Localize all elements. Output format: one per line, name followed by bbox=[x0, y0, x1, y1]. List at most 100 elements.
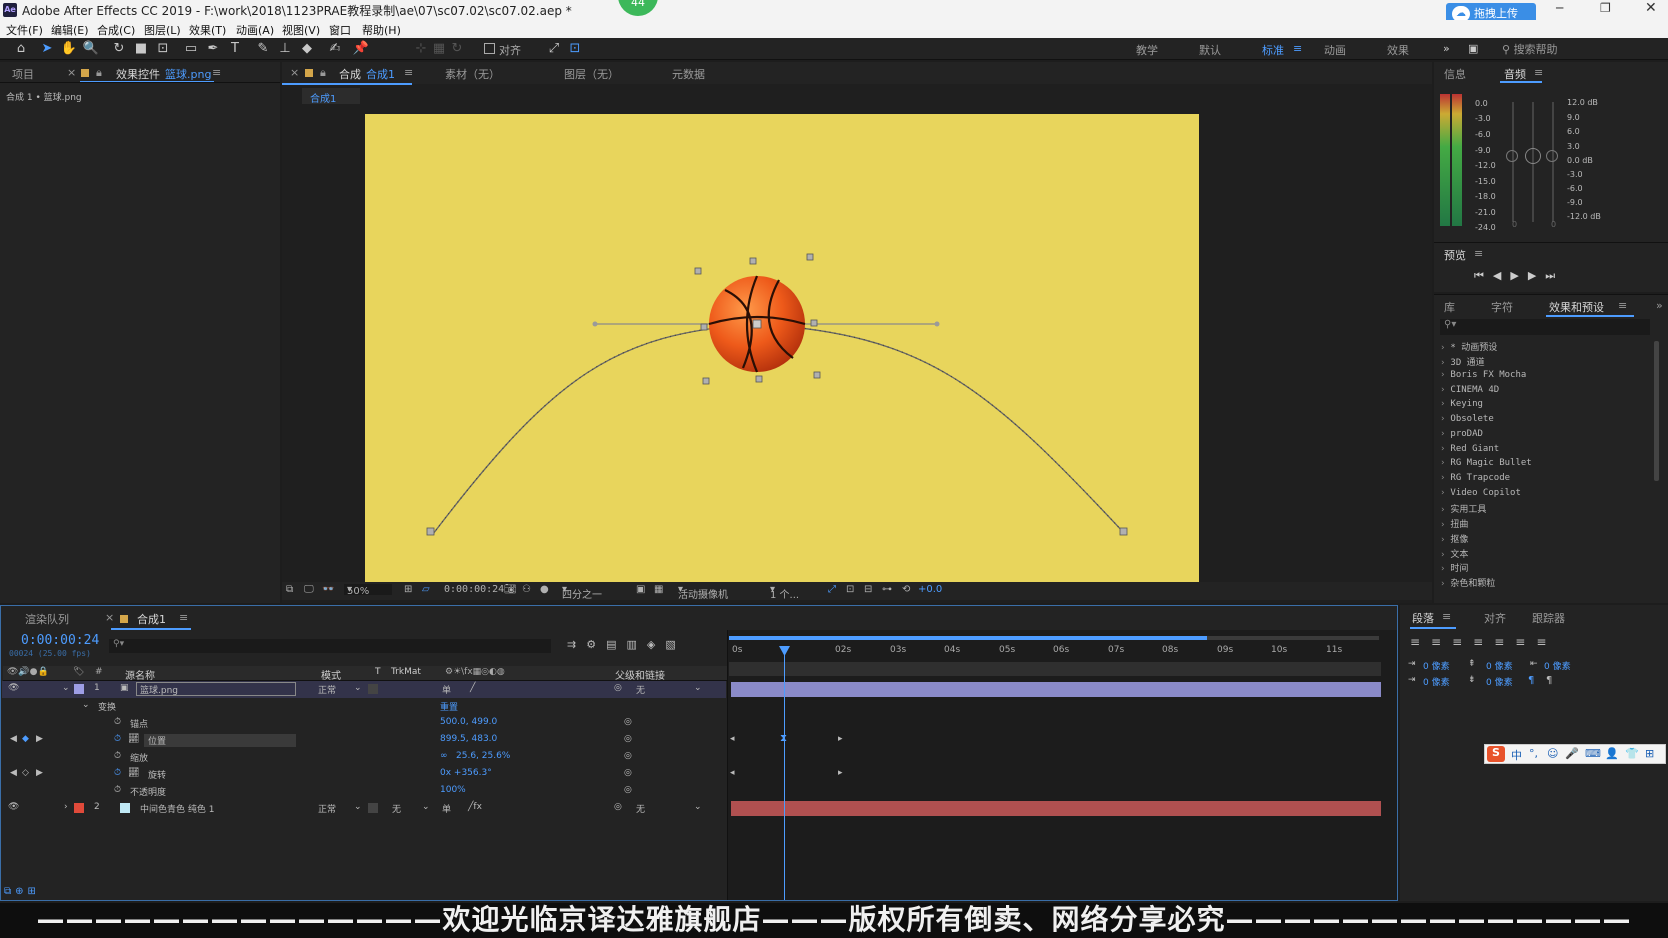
effects-category[interactable]: proDAD bbox=[1440, 429, 1483, 439]
always-preview-icon[interactable]: ⧉ bbox=[286, 584, 293, 595]
layer-parent-dropdown[interactable]: 无 bbox=[636, 802, 645, 815]
menu-composition[interactable]: 合成(C) bbox=[97, 22, 135, 38]
viewer-timecode[interactable]: 0:00:00:24 bbox=[444, 584, 504, 595]
workspace-learn[interactable]: 教学 bbox=[1136, 42, 1158, 58]
keyframe-icon[interactable]: ◂ bbox=[730, 734, 735, 744]
tab-tracker[interactable]: 跟踪器 bbox=[1532, 610, 1565, 626]
composition-canvas[interactable] bbox=[365, 114, 1199, 582]
world-axis-icon[interactable]: ▦ bbox=[430, 40, 448, 58]
transform-reset-link[interactable]: 重置 bbox=[440, 700, 458, 713]
prev-keyframe-icon[interactable]: ◀ bbox=[10, 734, 17, 744]
stopwatch-icon[interactable]: ⏱ bbox=[114, 717, 121, 727]
effects-category[interactable]: 实用工具 bbox=[1440, 502, 1486, 515]
snapshot-icon[interactable]: 📷︎ bbox=[504, 584, 517, 595]
shy-switch-icon[interactable]: 单 bbox=[442, 683, 451, 696]
layer-1-duration-bar[interactable] bbox=[731, 682, 1381, 697]
expand-arrow-icon[interactable]: ⌄ bbox=[62, 683, 70, 693]
property-value[interactable]: 0x +356.3° bbox=[440, 768, 492, 778]
snap-option-icon[interactable]: ⤢ bbox=[545, 40, 563, 58]
panel-menu-icon[interactable]: ≡ bbox=[212, 66, 221, 79]
selection-tool-icon[interactable]: ➤ bbox=[38, 40, 56, 58]
transform-group-row[interactable]: ⌄ 变换 重置 bbox=[2, 698, 726, 715]
reset-exposure-icon[interactable]: ⟲ bbox=[902, 584, 910, 595]
layer-label-color[interactable] bbox=[74, 684, 84, 694]
close-tab-icon[interactable]: × bbox=[290, 66, 299, 79]
current-time-indicator[interactable] bbox=[784, 648, 785, 900]
timeline-switches[interactable]: ⇉⚙▤▥◈▧ bbox=[567, 638, 686, 651]
panel-menu-icon[interactable]: ≡ bbox=[1442, 610, 1451, 623]
menu-window[interactable]: 窗口 bbox=[329, 22, 351, 38]
fit-icon[interactable]: ⊞ bbox=[404, 584, 412, 595]
tab-effects-presets[interactable]: 效果和预设 bbox=[1549, 299, 1604, 315]
layer-mode-dropdown[interactable]: 正常 bbox=[318, 683, 336, 696]
indent-right-field[interactable]: 0 像素 bbox=[1544, 659, 1571, 672]
property-row[interactable]: ⏱ 锚点 500.0, 499.0 ◎ bbox=[2, 715, 726, 732]
toggle-mask-icon[interactable]: ▱ bbox=[422, 584, 430, 595]
layer-label-color[interactable] bbox=[74, 803, 84, 813]
panel-menu-icon[interactable]: ≡ bbox=[1474, 247, 1483, 260]
stopwatch-icon[interactable]: ⏱ bbox=[114, 751, 121, 761]
collapse-arrow-icon[interactable]: › bbox=[64, 802, 68, 812]
work-area-range[interactable] bbox=[729, 636, 1207, 640]
snap-checkbox[interactable] bbox=[484, 43, 495, 54]
ime-menu-icon[interactable]: ⊞ bbox=[1645, 747, 1654, 760]
tab-libraries[interactable]: 库 bbox=[1444, 299, 1455, 315]
property-value[interactable]: 25.6, 25.6% bbox=[456, 751, 510, 761]
flowchart-icon[interactable]: ⊶ bbox=[882, 584, 892, 595]
monitor-icon[interactable]: 🖵 bbox=[304, 584, 314, 595]
eye-icon[interactable]: 👁 bbox=[8, 683, 19, 693]
camera-dropdown[interactable]: 活动摄像机 ▾ bbox=[678, 584, 758, 601]
rotate-tool-icon[interactable]: ↻ bbox=[110, 40, 128, 58]
tab-align[interactable]: 对齐 bbox=[1484, 610, 1506, 626]
keyframe-add-icon[interactable]: ◆ bbox=[22, 734, 29, 744]
keyframe-icon[interactable]: ▸ bbox=[838, 734, 843, 744]
show-snapshot-icon[interactable]: ⚇ bbox=[522, 584, 531, 595]
preserve-transparency-box[interactable] bbox=[368, 803, 378, 813]
menu-animation[interactable]: 动画(A) bbox=[236, 22, 274, 38]
clone-stamp-icon[interactable]: ⊥ bbox=[276, 40, 294, 58]
layer-search-input[interactable]: ⚲▾ bbox=[109, 639, 551, 653]
property-row[interactable]: ⏱ 缩放 ∞ 25.6, 25.6% ◎ bbox=[2, 749, 726, 766]
timeline-footer-icons[interactable]: ⧉⊕⊞ bbox=[4, 886, 40, 897]
puppet-pin-icon[interactable]: 📌 bbox=[352, 40, 370, 58]
timeline-icon[interactable]: ⊟ bbox=[864, 584, 872, 595]
minimize-button[interactable]: ─ bbox=[1556, 1, 1563, 15]
workspace-standard[interactable]: 标准 bbox=[1262, 42, 1284, 58]
ime-user-icon[interactable]: 👤 bbox=[1605, 747, 1619, 760]
parent-chevron-icon[interactable]: ⌄ bbox=[694, 802, 702, 812]
text-tool-icon[interactable]: T bbox=[226, 40, 244, 58]
keyframe-icon[interactable]: ◂ bbox=[730, 768, 735, 778]
layer-mode-dropdown[interactable]: 正常 bbox=[318, 802, 336, 815]
more-panels-icon[interactable]: » bbox=[1656, 299, 1663, 312]
layer-2-duration-bar[interactable] bbox=[731, 801, 1381, 816]
trkmat-chevron-icon[interactable]: ⌄ bbox=[422, 802, 430, 812]
menu-view[interactable]: 视图(V) bbox=[282, 22, 320, 38]
property-row[interactable]: ⏱ 不透明度 100% ◎ bbox=[2, 783, 726, 800]
help-search[interactable]: ⚲ 搜索帮助 bbox=[1502, 41, 1662, 57]
snap-grid-icon[interactable]: ⊡ bbox=[566, 40, 584, 58]
comp-breadcrumb-chip[interactable]: 合成1 bbox=[302, 88, 360, 105]
tab-effect-controls[interactable]: 效果控件 bbox=[116, 66, 160, 82]
exposure-value[interactable]: +0.0 bbox=[918, 584, 942, 595]
panel-menu-icon[interactable]: ≡ bbox=[1534, 66, 1543, 79]
fast-previews-icon[interactable]: ⊡ bbox=[846, 584, 854, 595]
quality-switch-icon[interactable]: ╱ bbox=[470, 683, 475, 693]
ltr-direction-icon[interactable]: ¶ bbox=[1528, 675, 1534, 686]
ime-punctuation-icon[interactable]: °, bbox=[1529, 747, 1538, 760]
preserve-transparency-box[interactable] bbox=[368, 684, 378, 694]
indent-left-field[interactable]: 0 像素 bbox=[1423, 659, 1450, 672]
layer-row-1[interactable]: 👁 ⌄ 1 ▣ 篮球.png 正常 ⌄ 单 ╱ ◎ 无 ⌄ bbox=[2, 681, 726, 698]
region-of-interest-icon[interactable]: ▣ bbox=[636, 584, 645, 595]
effects-category[interactable]: Video Copilot bbox=[1440, 488, 1520, 498]
effects-category[interactable]: RG Trapcode bbox=[1440, 473, 1510, 483]
scrollbar[interactable] bbox=[1654, 341, 1659, 481]
property-value[interactable]: 500.0, 499.0 bbox=[440, 717, 497, 727]
space-after-field[interactable]: 0 像素 bbox=[1486, 675, 1513, 688]
stopwatch-icon[interactable]: ⏱ bbox=[114, 768, 121, 778]
layout-icon[interactable]: ▣ bbox=[1468, 42, 1478, 55]
home-icon[interactable]: ⌂ bbox=[12, 40, 30, 58]
tab-effect-controls-layer[interactable]: 篮球.png bbox=[165, 66, 211, 82]
ime-voice-icon[interactable]: 🎤 bbox=[1565, 747, 1579, 760]
paragraph-align-buttons[interactable]: ≡≡≡≡≡≡≡ bbox=[1410, 635, 1557, 649]
roto-brush-icon[interactable]: ✍ bbox=[326, 40, 344, 58]
